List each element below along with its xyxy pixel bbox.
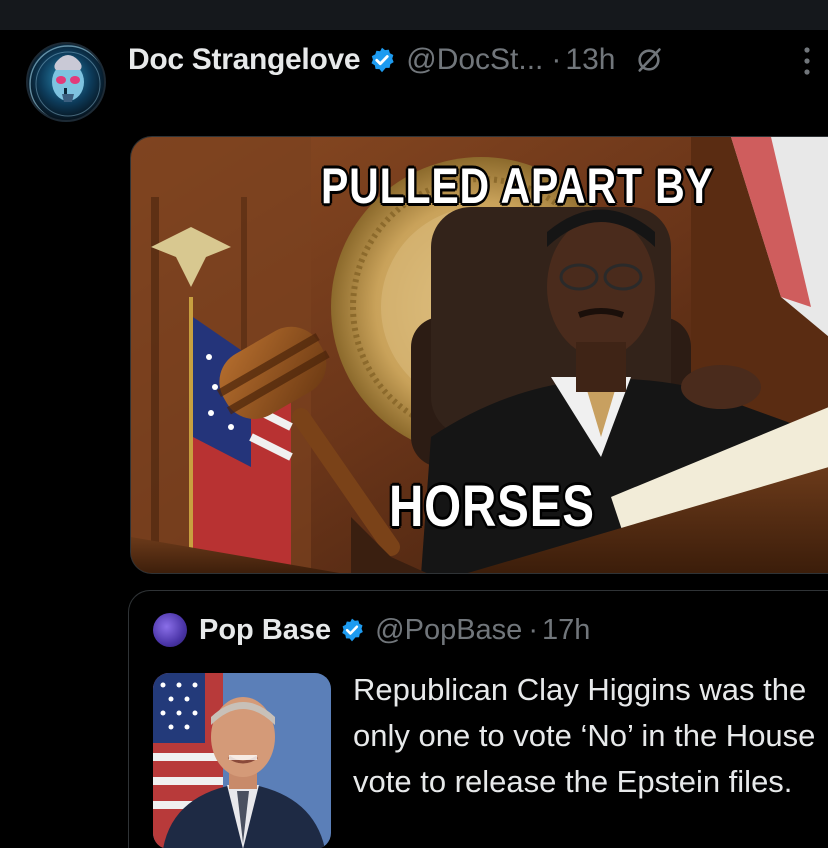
more-options-icon[interactable] bbox=[800, 44, 814, 78]
meme-bottom-caption: HORSES bbox=[389, 474, 595, 539]
timestamp[interactable]: 13h bbox=[565, 43, 615, 77]
avatar[interactable] bbox=[26, 42, 106, 122]
quoted-tweet[interactable]: Pop Base @PopBase · 17h Republican Clay … bbox=[128, 590, 828, 848]
quoted-handle[interactable]: @PopBase bbox=[375, 614, 522, 647]
separator-dot: · bbox=[551, 43, 562, 76]
tweet-media-image[interactable]: PULLED APART BY HORSES bbox=[130, 136, 828, 574]
verified-badge-icon bbox=[342, 618, 364, 642]
handle[interactable]: @DocSt... bbox=[406, 43, 543, 77]
quoted-tweet-header: Pop Base @PopBase · 17h bbox=[153, 613, 590, 647]
top-status-bar bbox=[0, 0, 828, 31]
quoted-media-thumbnail[interactable] bbox=[153, 673, 331, 848]
portrait-photo bbox=[153, 673, 331, 848]
quoted-display-name[interactable]: Pop Base bbox=[199, 614, 331, 647]
tweet[interactable]: Doc Strangelove @DocSt... · 13h PULLED A… bbox=[0, 30, 828, 848]
tweet-header: Doc Strangelove @DocSt... · 13h bbox=[128, 38, 663, 82]
quoted-avatar[interactable] bbox=[153, 613, 187, 647]
quoted-tweet-text: Republican Clay Higgins was the only one… bbox=[353, 672, 816, 799]
quoted-timestamp[interactable]: 17h bbox=[542, 614, 590, 647]
meme-top-caption: PULLED APART BY bbox=[321, 158, 714, 214]
grok-slash-icon[interactable] bbox=[635, 46, 663, 74]
skull-portrait-avatar-icon bbox=[29, 45, 104, 120]
verified-badge-icon bbox=[371, 47, 394, 73]
separator-dot: · bbox=[528, 613, 538, 646]
display-name[interactable]: Doc Strangelove bbox=[128, 43, 361, 77]
